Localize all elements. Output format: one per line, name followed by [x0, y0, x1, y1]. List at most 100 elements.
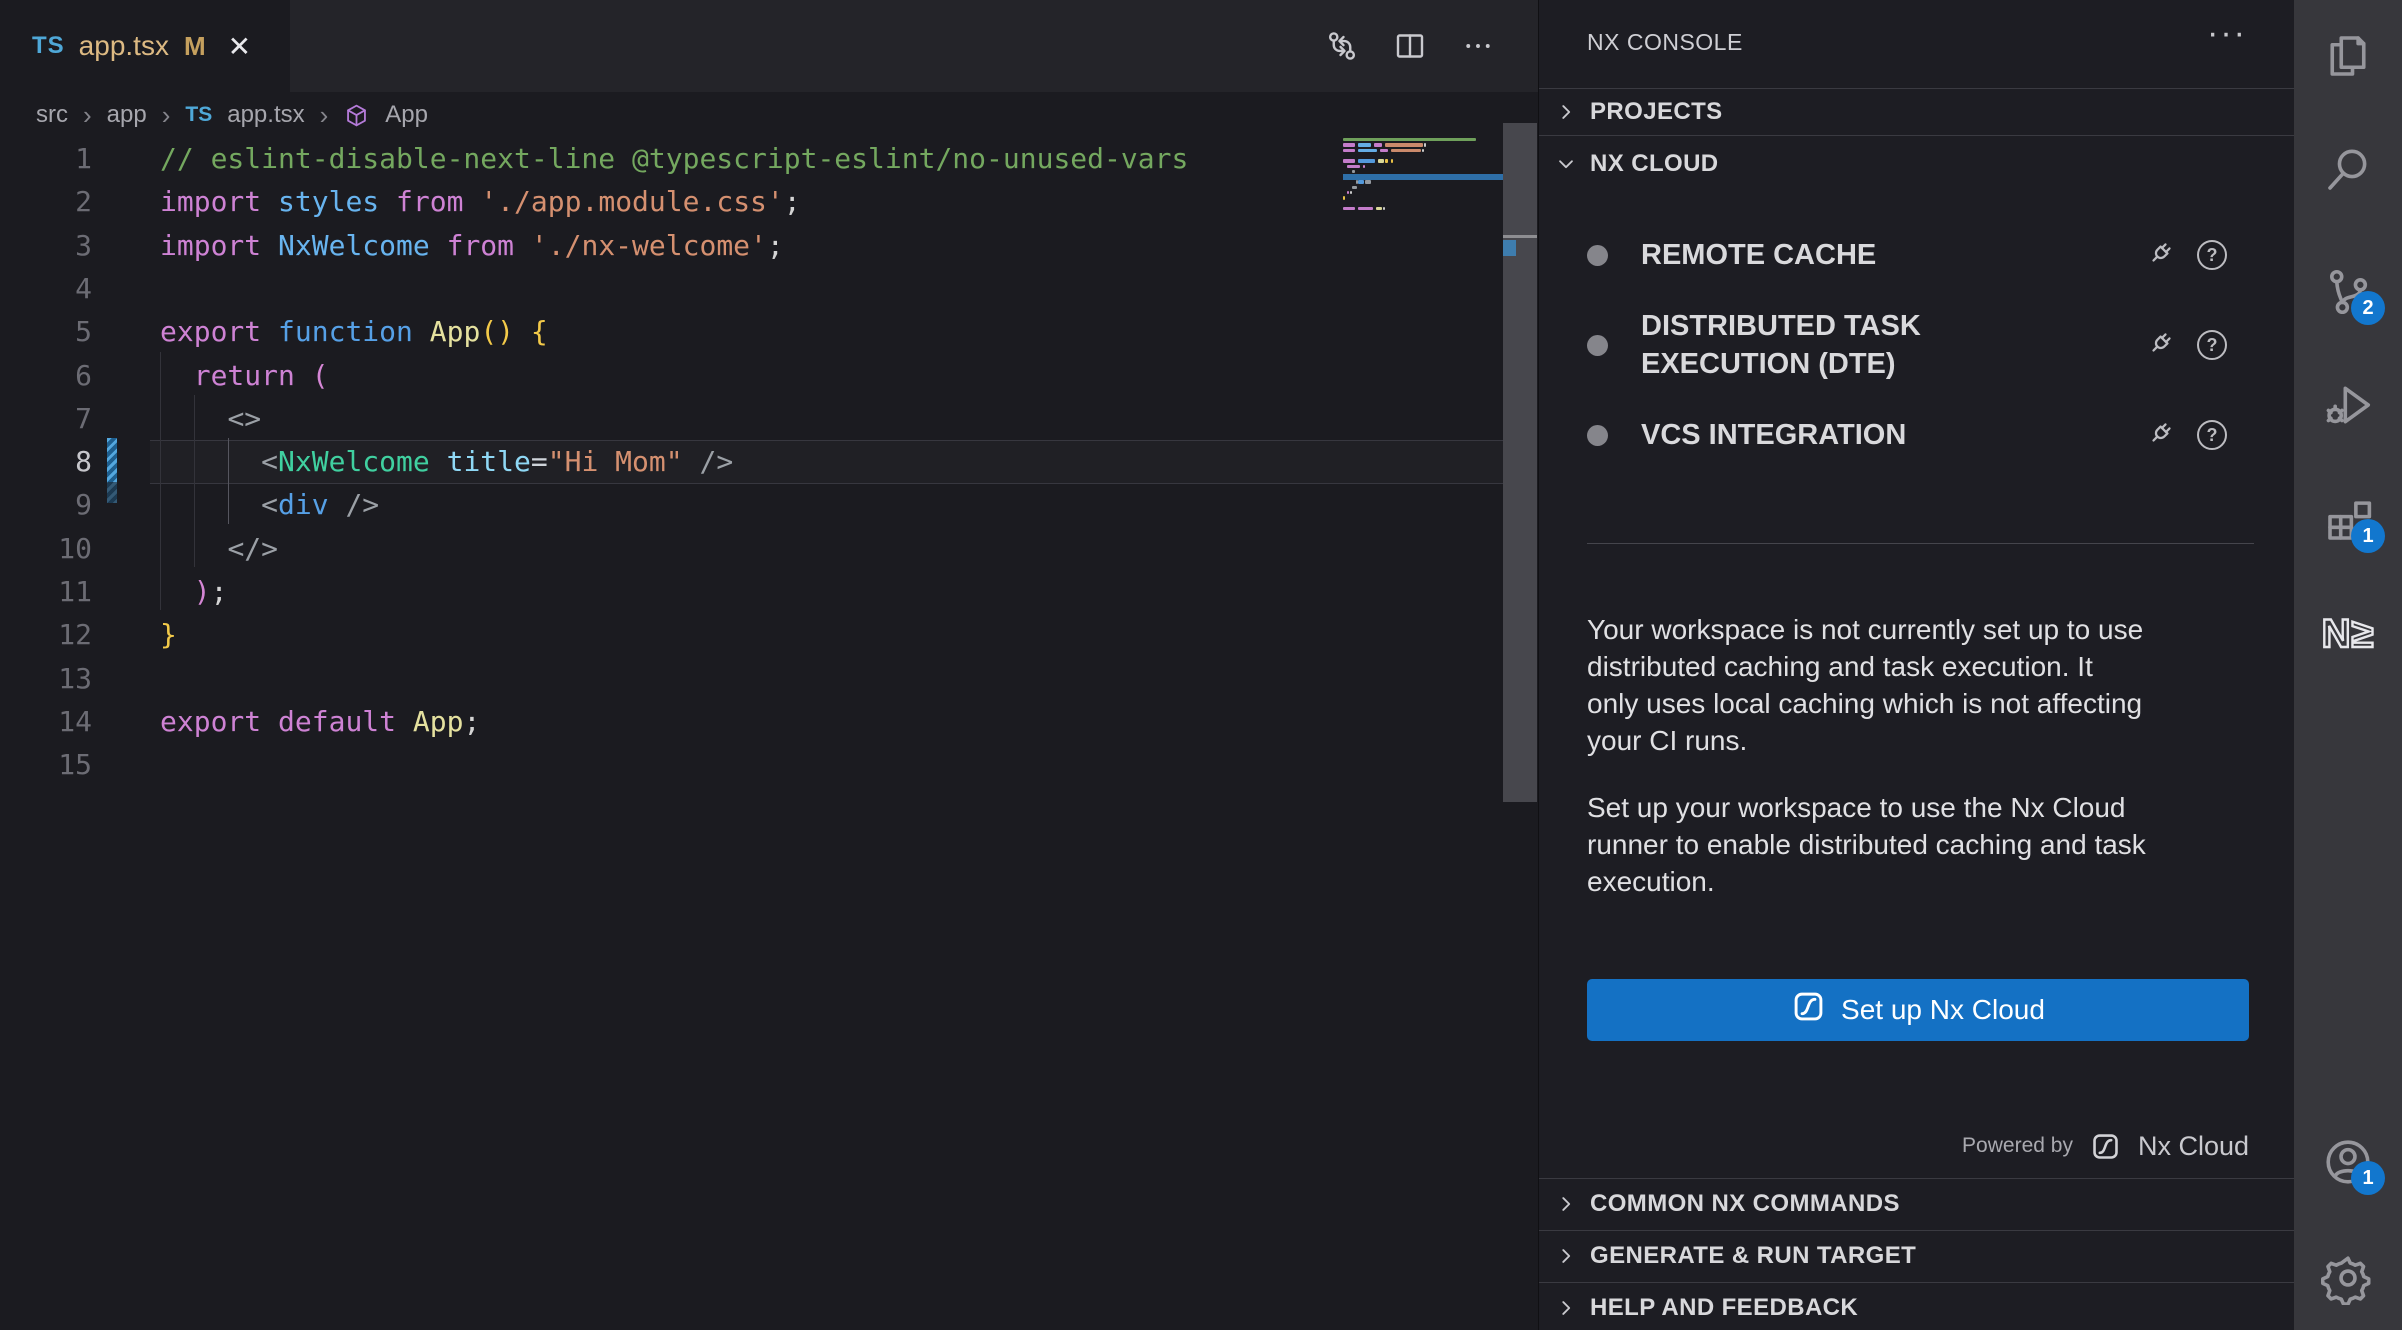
divider	[1539, 1230, 2295, 1231]
code-line-text: // eslint-disable-next-line @typescript-…	[160, 137, 1188, 180]
line-number[interactable]: 6	[0, 354, 92, 397]
code-line[interactable]: 7 <>	[0, 397, 1503, 441]
line-number[interactable]: 13	[0, 657, 92, 700]
code-line-text: export default App;	[160, 700, 480, 743]
line-number[interactable]: 10	[0, 527, 92, 570]
chevron-right-icon	[1555, 1193, 1577, 1215]
nx-console-panel: NX CONSOLE ··· PROJECTS NX CLOUD REMOTE …	[1538, 0, 2294, 1330]
active-indent-guide	[228, 438, 229, 524]
nx-console-icon[interactable]: N≥	[2320, 606, 2376, 662]
divider	[1539, 1178, 2295, 1179]
breadcrumb-src[interactable]: src	[36, 101, 68, 129]
line-number[interactable]: 14	[0, 700, 92, 743]
section-projects[interactable]: PROJECTS	[1539, 89, 2295, 135]
editor-scrollbar[interactable]	[1503, 123, 1537, 802]
activity-bar: 21N≥1	[2294, 0, 2402, 1330]
section-help-and-feedback[interactable]: HELP AND FEEDBACK	[1539, 1285, 2295, 1330]
divider	[1587, 543, 2254, 544]
code-line[interactable]: 1 // eslint-disable-next-line @typescript…	[0, 137, 1503, 181]
help-icon[interactable]: ?	[2197, 240, 2227, 270]
code-line[interactable]: 5export function App() {	[0, 310, 1503, 354]
breadcrumb-app[interactable]: app	[107, 101, 147, 129]
divider	[1539, 1282, 2295, 1283]
search-icon[interactable]	[2320, 142, 2376, 198]
settings-icon[interactable]	[2320, 1250, 2376, 1306]
line-number[interactable]: 8	[0, 440, 92, 483]
explorer-icon[interactable]	[2320, 28, 2376, 84]
git-modified-gutter-indicator	[107, 482, 117, 503]
section-label: PROJECTS	[1590, 98, 1723, 126]
code-line-text: }	[160, 613, 177, 656]
code-line[interactable]: 6 return (	[0, 354, 1503, 398]
setup-nx-cloud-button[interactable]: Set up Nx Cloud	[1587, 979, 2249, 1041]
status-dot	[1587, 335, 1608, 356]
minimap-line	[1343, 143, 1355, 146]
breadcrumb-symbol-app[interactable]: App	[385, 101, 428, 129]
help-icon[interactable]: ?	[2197, 420, 2227, 450]
line-number[interactable]: 9	[0, 483, 92, 526]
help-icon[interactable]: ?	[2197, 330, 2227, 360]
code-line[interactable]: 15	[0, 743, 1503, 787]
minimap-line	[1343, 159, 1355, 162]
line-number[interactable]: 2	[0, 180, 92, 223]
line-number[interactable]: 12	[0, 613, 92, 656]
code-line[interactable]: 9 <div />	[0, 483, 1503, 527]
breadcrumb-file[interactable]: app.tsx	[227, 101, 304, 129]
minimap-line	[1358, 143, 1370, 146]
minimap[interactable]	[1343, 137, 1503, 437]
connect-icon[interactable]	[2142, 238, 2176, 272]
open-changes-icon[interactable]	[1322, 26, 1362, 66]
vscode-window: TS app.tsx M ✕ src › app › TS app.tsx › …	[0, 0, 2402, 1330]
nx-cloud-feature-item[interactable]: VCS INTEGRATION?	[1587, 390, 2227, 480]
editor-toolbar	[1322, 0, 1498, 92]
code-line[interactable]: 13	[0, 657, 1503, 701]
indent-guide	[160, 352, 161, 610]
section-common-nx-commands[interactable]: COMMON NX COMMANDS	[1539, 1180, 2295, 1228]
connect-icon[interactable]	[2142, 418, 2176, 452]
line-number[interactable]: 11	[0, 570, 92, 613]
tab-app-tsx[interactable]: TS app.tsx M ✕	[0, 0, 290, 92]
code-line[interactable]: 8 <NxWelcome title="Hi Mom" />	[0, 440, 1503, 484]
section-label: COMMON NX COMMANDS	[1590, 1190, 1900, 1218]
indent-guide	[194, 395, 195, 567]
line-number[interactable]: 15	[0, 743, 92, 786]
line-number[interactable]: 5	[0, 310, 92, 353]
code-line[interactable]: 14 export default App;	[0, 700, 1503, 744]
connect-icon[interactable]	[2142, 328, 2176, 362]
nx-cloud-brand-label[interactable]: Nx Cloud	[2138, 1131, 2249, 1162]
more-actions-icon[interactable]	[1458, 26, 1498, 66]
run-debug-icon[interactable]	[2320, 377, 2376, 433]
powered-by-label: Powered by	[1962, 1134, 2073, 1158]
editor-area: TS app.tsx M ✕ src › app › TS app.tsx › …	[0, 0, 1538, 1330]
section-nx-cloud[interactable]: NX CLOUD	[1539, 138, 2295, 190]
code-line[interactable]: 4	[0, 267, 1503, 311]
nx-cloud-feature-item[interactable]: REMOTE CACHE?	[1587, 210, 2227, 300]
section-label: HELP AND FEEDBACK	[1590, 1294, 1858, 1322]
code-line[interactable]: 10 </>	[0, 527, 1503, 571]
minimap-line	[1343, 149, 1355, 152]
code-line[interactable]: 2import styles from './app.module.css';	[0, 180, 1503, 224]
code-line[interactable]: 11 );	[0, 570, 1503, 614]
line-number[interactable]: 3	[0, 224, 92, 267]
notification-badge: 1	[2351, 519, 2385, 553]
minimap-line	[1343, 196, 1345, 199]
code-line-text: import NxWelcome from './nx-welcome';	[160, 224, 784, 267]
minimap-line	[1383, 207, 1385, 210]
powered-by: Powered by Nx Cloud	[1587, 1124, 2249, 1168]
close-tab-icon[interactable]: ✕	[228, 30, 251, 63]
feature-label: VCS INTEGRATION	[1641, 416, 2091, 454]
code-line[interactable]: 3 import NxWelcome from './nx-welcome';	[0, 224, 1503, 268]
split-editor-icon[interactable]	[1390, 26, 1430, 66]
line-number[interactable]: 4	[0, 267, 92, 310]
line-number[interactable]: 7	[0, 397, 92, 440]
section-generate-run-target[interactable]: GENERATE & RUN TARGET	[1539, 1232, 2295, 1280]
divider	[1539, 135, 2295, 136]
breadcrumb-separator: ›	[320, 100, 329, 131]
setup-instruction-text: Set up your workspace to use the Nx Clou…	[1587, 789, 2249, 900]
notification-badge: 2	[2351, 291, 2385, 325]
line-number[interactable]: 1	[0, 137, 92, 180]
panel-more-actions-icon[interactable]: ···	[2207, 14, 2247, 53]
git-modified-badge: M	[184, 31, 206, 62]
code-line[interactable]: 12}	[0, 613, 1503, 657]
nx-cloud-feature-item[interactable]: DISTRIBUTED TASK EXECUTION (DTE)?	[1587, 300, 2227, 390]
